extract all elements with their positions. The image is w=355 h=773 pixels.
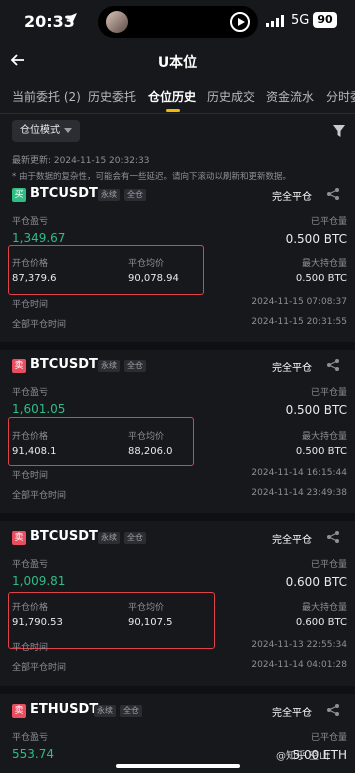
- pnl-value: 553.74: [12, 747, 54, 761]
- closed-qty-value: 0.500 BTC: [285, 232, 347, 246]
- max-hold-value: 0.500 BTC: [295, 273, 347, 284]
- share-icon[interactable]: [326, 703, 340, 717]
- home-indicator: [116, 764, 240, 768]
- full-close-time-value: 2024-11-14 04:01:28: [251, 660, 347, 670]
- close-time-label: 平仓时间: [12, 643, 49, 653]
- position-mode-label: 仓位模式: [20, 125, 60, 136]
- side-badge: 卖: [12, 359, 26, 373]
- contract-type-tag: 永续: [98, 360, 120, 372]
- network-label: 5G: [291, 13, 310, 28]
- max-hold-value: 0.600 BTC: [295, 617, 347, 628]
- close-status: 完全平仓: [272, 363, 312, 374]
- position-card[interactable]: 卖 BTCUSDT 永续 全仓 完全平仓 平仓盈亏 已平仓量 1,009.81 …: [0, 529, 355, 679]
- play-icon: [230, 12, 250, 32]
- page-header: U本位: [0, 44, 355, 80]
- contract-type-tag: 永续: [94, 705, 116, 717]
- side-badge: 买: [12, 188, 26, 202]
- delay-note: * 由于数据的复杂性，可能会有一些延迟。请向下滚动以刷新和更新数据。: [12, 172, 291, 182]
- signal-icon: [266, 15, 284, 27]
- card-header: 卖 BTCUSDT 永续 全仓 完全平仓: [12, 529, 344, 547]
- tab-position-history[interactable]: 仓位历史: [148, 88, 196, 105]
- symbol: BTCUSDT: [30, 186, 98, 201]
- tab-open-orders[interactable]: 当前委托 (2): [12, 88, 81, 105]
- margin-mode-tag: 全仓: [120, 705, 142, 717]
- watermark: @知乎 空山: [276, 751, 330, 762]
- last-update-text: 最新更新: 2024-11-15 20:32:33: [12, 156, 150, 166]
- highlight-box: [8, 417, 194, 466]
- close-status: 完全平仓: [272, 535, 312, 546]
- location-arrow-icon: [65, 13, 77, 25]
- tab-bar: 当前委托 (2) 历史委托 仓位历史 历史成交 资金流水 分时委: [0, 84, 355, 114]
- pnl-label: 平仓盈亏: [12, 217, 49, 227]
- symbol: BTCUSDT: [30, 357, 98, 372]
- chevron-down-icon: [64, 127, 72, 133]
- share-icon[interactable]: [326, 358, 340, 372]
- close-time-label: 平仓时间: [12, 300, 49, 310]
- share-icon[interactable]: [326, 187, 340, 201]
- closed-qty-label: 已平仓量: [310, 388, 347, 398]
- margin-mode-tag: 全仓: [124, 532, 146, 544]
- pnl-value: 1,349.67: [12, 231, 66, 245]
- pnl-label: 平仓盈亏: [12, 388, 49, 398]
- filter-row: 仓位模式: [0, 120, 355, 144]
- full-close-time-value: 2024-11-14 23:49:38: [251, 488, 347, 498]
- closed-qty-label: 已平仓量: [310, 560, 347, 570]
- card-header: 卖 ETHUSDT 永续 全仓 完全平仓: [12, 702, 344, 720]
- avatar: [106, 11, 128, 33]
- close-status: 完全平仓: [272, 708, 312, 719]
- contract-type-tag: 永续: [98, 532, 120, 544]
- filter-icon[interactable]: [332, 124, 346, 138]
- closed-qty-value: 0.600 BTC: [285, 575, 347, 589]
- max-hold-label: 最大持仓量: [301, 432, 347, 442]
- divider: [0, 686, 355, 694]
- side-badge: 卖: [12, 531, 26, 545]
- active-tab-indicator: [166, 109, 180, 112]
- pnl-value: 1,601.05: [12, 402, 66, 416]
- closed-qty-label: 已平仓量: [310, 217, 347, 227]
- battery-icon: 90: [313, 12, 337, 28]
- close-time-value: 2024-11-14 16:15:44: [251, 468, 347, 478]
- dynamic-island: [98, 6, 258, 38]
- pnl-label: 平仓盈亏: [12, 560, 49, 570]
- position-card[interactable]: 卖 BTCUSDT 永续 全仓 完全平仓 平仓盈亏 已平仓量 1,601.05 …: [0, 357, 355, 507]
- card-header: 买 BTCUSDT 永续 全仓 完全平仓: [12, 186, 344, 204]
- highlight-box: [8, 245, 204, 295]
- pnl-label: 平仓盈亏: [12, 733, 49, 743]
- divider: [0, 342, 355, 350]
- close-status: 完全平仓: [272, 192, 312, 203]
- full-close-time-value: 2024-11-15 20:31:55: [251, 317, 347, 327]
- closed-qty-value: 0.500 BTC: [285, 403, 347, 417]
- position-card[interactable]: 买 BTCUSDT 永续 全仓 完全平仓 平仓盈亏 已平仓量 1,349.67 …: [0, 186, 355, 336]
- margin-mode-tag: 全仓: [124, 360, 146, 372]
- full-close-time-label: 全部平仓时间: [12, 320, 67, 330]
- full-close-time-label: 全部平仓时间: [12, 663, 67, 673]
- close-time-label: 平仓时间: [12, 471, 49, 481]
- contract-type-tag: 永续: [98, 189, 120, 201]
- close-time-value: 2024-11-15 07:08:37: [251, 297, 347, 307]
- tab-funding[interactable]: 资金流水: [266, 88, 314, 105]
- share-icon[interactable]: [326, 530, 340, 544]
- tab-trade-history[interactable]: 历史成交: [207, 88, 255, 105]
- side-badge: 卖: [12, 704, 26, 718]
- max-hold-label: 最大持仓量: [301, 603, 347, 613]
- symbol: ETHUSDT: [30, 702, 99, 717]
- symbol: BTCUSDT: [30, 529, 98, 544]
- position-card[interactable]: 卖 ETHUSDT 永续 全仓 完全平仓 平仓盈亏 已平仓量 553.74 5.…: [0, 702, 355, 773]
- close-time-value: 2024-11-13 22:55:34: [251, 640, 347, 650]
- max-hold-value: 0.500 BTC: [295, 446, 347, 457]
- status-bar: 20:33 5G 90: [0, 0, 355, 44]
- page-title: U本位: [157, 55, 198, 71]
- closed-qty-label: 已平仓量: [310, 733, 347, 743]
- full-close-time-label: 全部平仓时间: [12, 491, 67, 501]
- position-mode-dropdown[interactable]: 仓位模式: [12, 120, 80, 142]
- tab-order-history[interactable]: 历史委托: [88, 88, 136, 105]
- card-header: 卖 BTCUSDT 永续 全仓 完全平仓: [12, 357, 344, 375]
- max-hold-label: 最大持仓量: [301, 259, 347, 269]
- tab-twap-orders[interactable]: 分时委: [326, 88, 355, 105]
- pnl-value: 1,009.81: [12, 574, 66, 588]
- divider: [0, 513, 355, 521]
- margin-mode-tag: 全仓: [124, 189, 146, 201]
